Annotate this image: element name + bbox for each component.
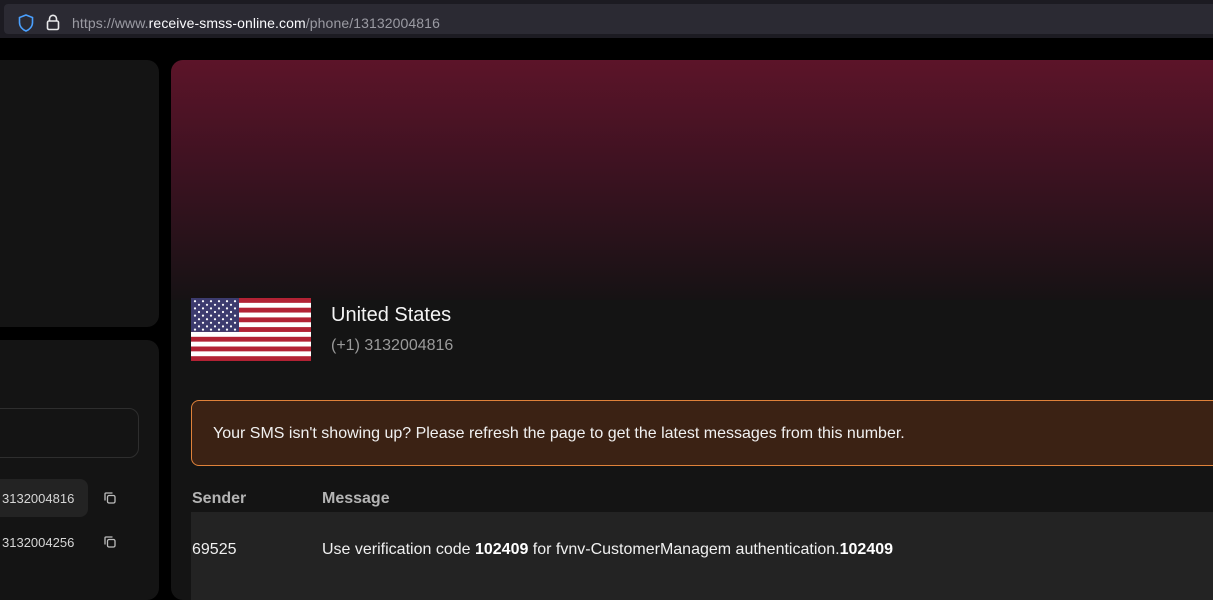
verification-code: 102409: [839, 541, 894, 558]
url-text[interactable]: https://www.receive-smss-online.com/phon…: [72, 15, 440, 31]
sidebar-numbers-card: [0, 340, 159, 600]
message-text: Use verification code: [322, 541, 475, 558]
copy-icon[interactable]: [103, 491, 117, 505]
country-name: United States: [331, 304, 452, 326]
sidebar-number-item[interactable]: 3132004256: [0, 523, 88, 561]
notice-text: Your SMS isn't showing up? Please refres…: [213, 425, 905, 442]
sidebar-number-label: 3132004256: [2, 535, 75, 550]
url-domain: receive-smss-online.com: [148, 15, 306, 31]
column-header-message: Message: [322, 490, 390, 507]
number-search-input[interactable]: [0, 408, 139, 458]
sender-cell: 69525: [192, 541, 237, 558]
sidebar-top-card: [0, 60, 159, 327]
url-path: /phone/13132004816: [305, 15, 440, 31]
lock-icon[interactable]: [46, 14, 60, 31]
verification-code: 102409: [474, 541, 529, 558]
copy-icon[interactable]: [103, 535, 117, 549]
us-flag-icon: [191, 298, 311, 361]
table-row: 69525 Use verification code 102409 for f…: [191, 512, 1213, 600]
header-gradient: [171, 60, 1213, 300]
message-cell[interactable]: Use verification code 102409 for fvnv-Cu…: [322, 541, 893, 559]
browser-toolbar: https://www.receive-smss-online.com/phon…: [0, 0, 1213, 38]
refresh-notice: Your SMS isn't showing up? Please refres…: [191, 400, 1213, 466]
sidebar-number-label: 3132004816: [2, 491, 75, 506]
shield-icon[interactable]: [18, 14, 34, 32]
address-bar[interactable]: https://www.receive-smss-online.com/phon…: [4, 4, 1213, 34]
url-prefix: https://www.: [72, 15, 149, 31]
phone-number: (+1) 3132004816: [331, 337, 454, 354]
message-text: for fvnv-CustomerManagem authentication.: [528, 541, 840, 558]
sidebar-number-item[interactable]: 3132004816: [0, 479, 88, 517]
column-header-sender: Sender: [192, 490, 247, 507]
phone-detail-card: United States (+1) 3132004816 Your SMS i…: [171, 60, 1213, 600]
